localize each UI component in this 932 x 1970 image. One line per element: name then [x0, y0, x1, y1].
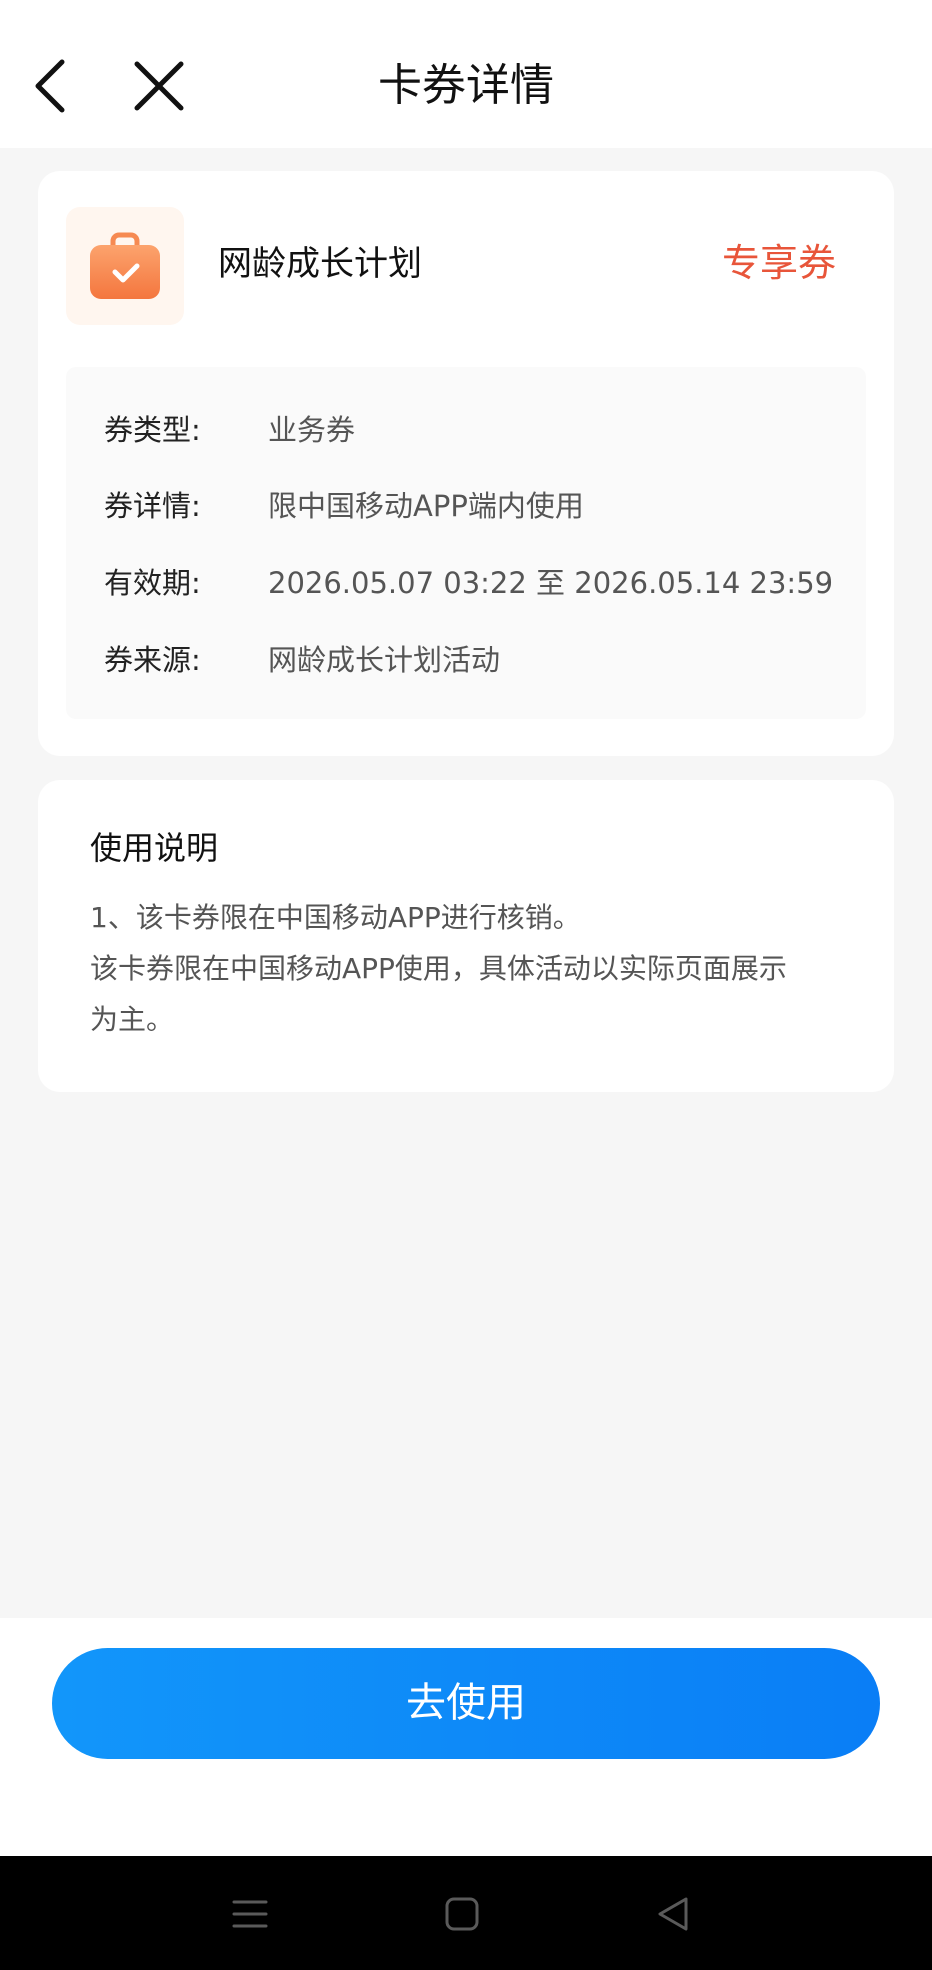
- detail-label: 券类型:: [104, 413, 201, 447]
- detail-value: 2026.05.07 03:22 至 2026.05.14 23:59: [268, 566, 834, 600]
- usage-line: 为主。: [90, 1003, 175, 1036]
- coupon-type-badge: 专享券: [721, 241, 836, 285]
- usage-line: 1、该卡券限在中国移动APP进行核销。: [90, 901, 581, 934]
- back-triangle-icon[interactable]: [646, 1886, 702, 1942]
- coupon-card: 网龄成长计划 专享券 券类型: 业务券 券详情: 限中国移动APP端内使用 有效…: [38, 171, 894, 756]
- shopping-bag-check-icon: [90, 232, 160, 299]
- usage-line: 该卡券限在中国移动APP使用，具体活动以实际页面展示: [90, 952, 787, 985]
- detail-label: 券来源:: [104, 643, 201, 677]
- coupon-name: 网龄成长计划: [218, 244, 422, 284]
- bottom-action-bar: 去使用: [0, 1618, 932, 1856]
- coupon-icon-container: [66, 207, 184, 325]
- detail-value: 网龄成长计划活动: [268, 643, 501, 677]
- usage-instructions: 1、该卡券限在中国移动APP进行核销。 该卡券限在中国移动APP使用，具体活动以…: [90, 892, 870, 1045]
- detail-label: 券详情:: [104, 489, 201, 523]
- detail-value: 限中国移动APP端内使用: [268, 489, 584, 523]
- usage-card: 使用说明 1、该卡券限在中国移动APP进行核销。 该卡券限在中国移动APP使用，…: [38, 780, 894, 1092]
- system-navigation-bar: [0, 1856, 932, 1970]
- top-bar: 卡券详情: [0, 0, 932, 148]
- page-title: 卡券详情: [378, 60, 554, 111]
- home-icon[interactable]: [434, 1886, 490, 1942]
- use-coupon-button[interactable]: 去使用: [52, 1648, 880, 1759]
- detail-label: 有效期:: [104, 566, 201, 600]
- menu-icon[interactable]: [222, 1886, 278, 1942]
- coupon-details: 券类型: 业务券 券详情: 限中国移动APP端内使用 有效期: 2026.05.…: [66, 367, 866, 719]
- detail-value: 业务券: [268, 413, 356, 447]
- usage-title: 使用说明: [90, 829, 219, 867]
